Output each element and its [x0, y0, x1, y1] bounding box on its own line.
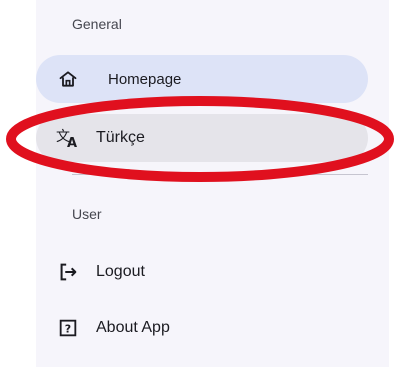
nav-item-logout[interactable]: Logout [36, 248, 368, 296]
section-divider [72, 174, 368, 175]
nav-item-about-app[interactable]: ? About App [36, 304, 368, 352]
logout-icon [56, 260, 80, 284]
nav-item-label: Homepage [108, 70, 182, 88]
help-box-icon: ? [56, 316, 80, 340]
nav-item-turkce[interactable]: 文 A Türkçe [36, 114, 368, 162]
nav-item-homepage[interactable]: Homepage [36, 55, 368, 103]
svg-text:A: A [67, 136, 77, 149]
nav-item-label: Logout [96, 263, 145, 280]
nav-item-label: Türkçe [96, 129, 145, 146]
section-title-user: User [72, 206, 102, 222]
home-icon [56, 67, 80, 91]
translate-icon: 文 A [56, 126, 80, 150]
section-title-general: General [72, 16, 122, 32]
svg-text:?: ? [65, 323, 71, 336]
nav-item-label: About App [96, 319, 170, 336]
